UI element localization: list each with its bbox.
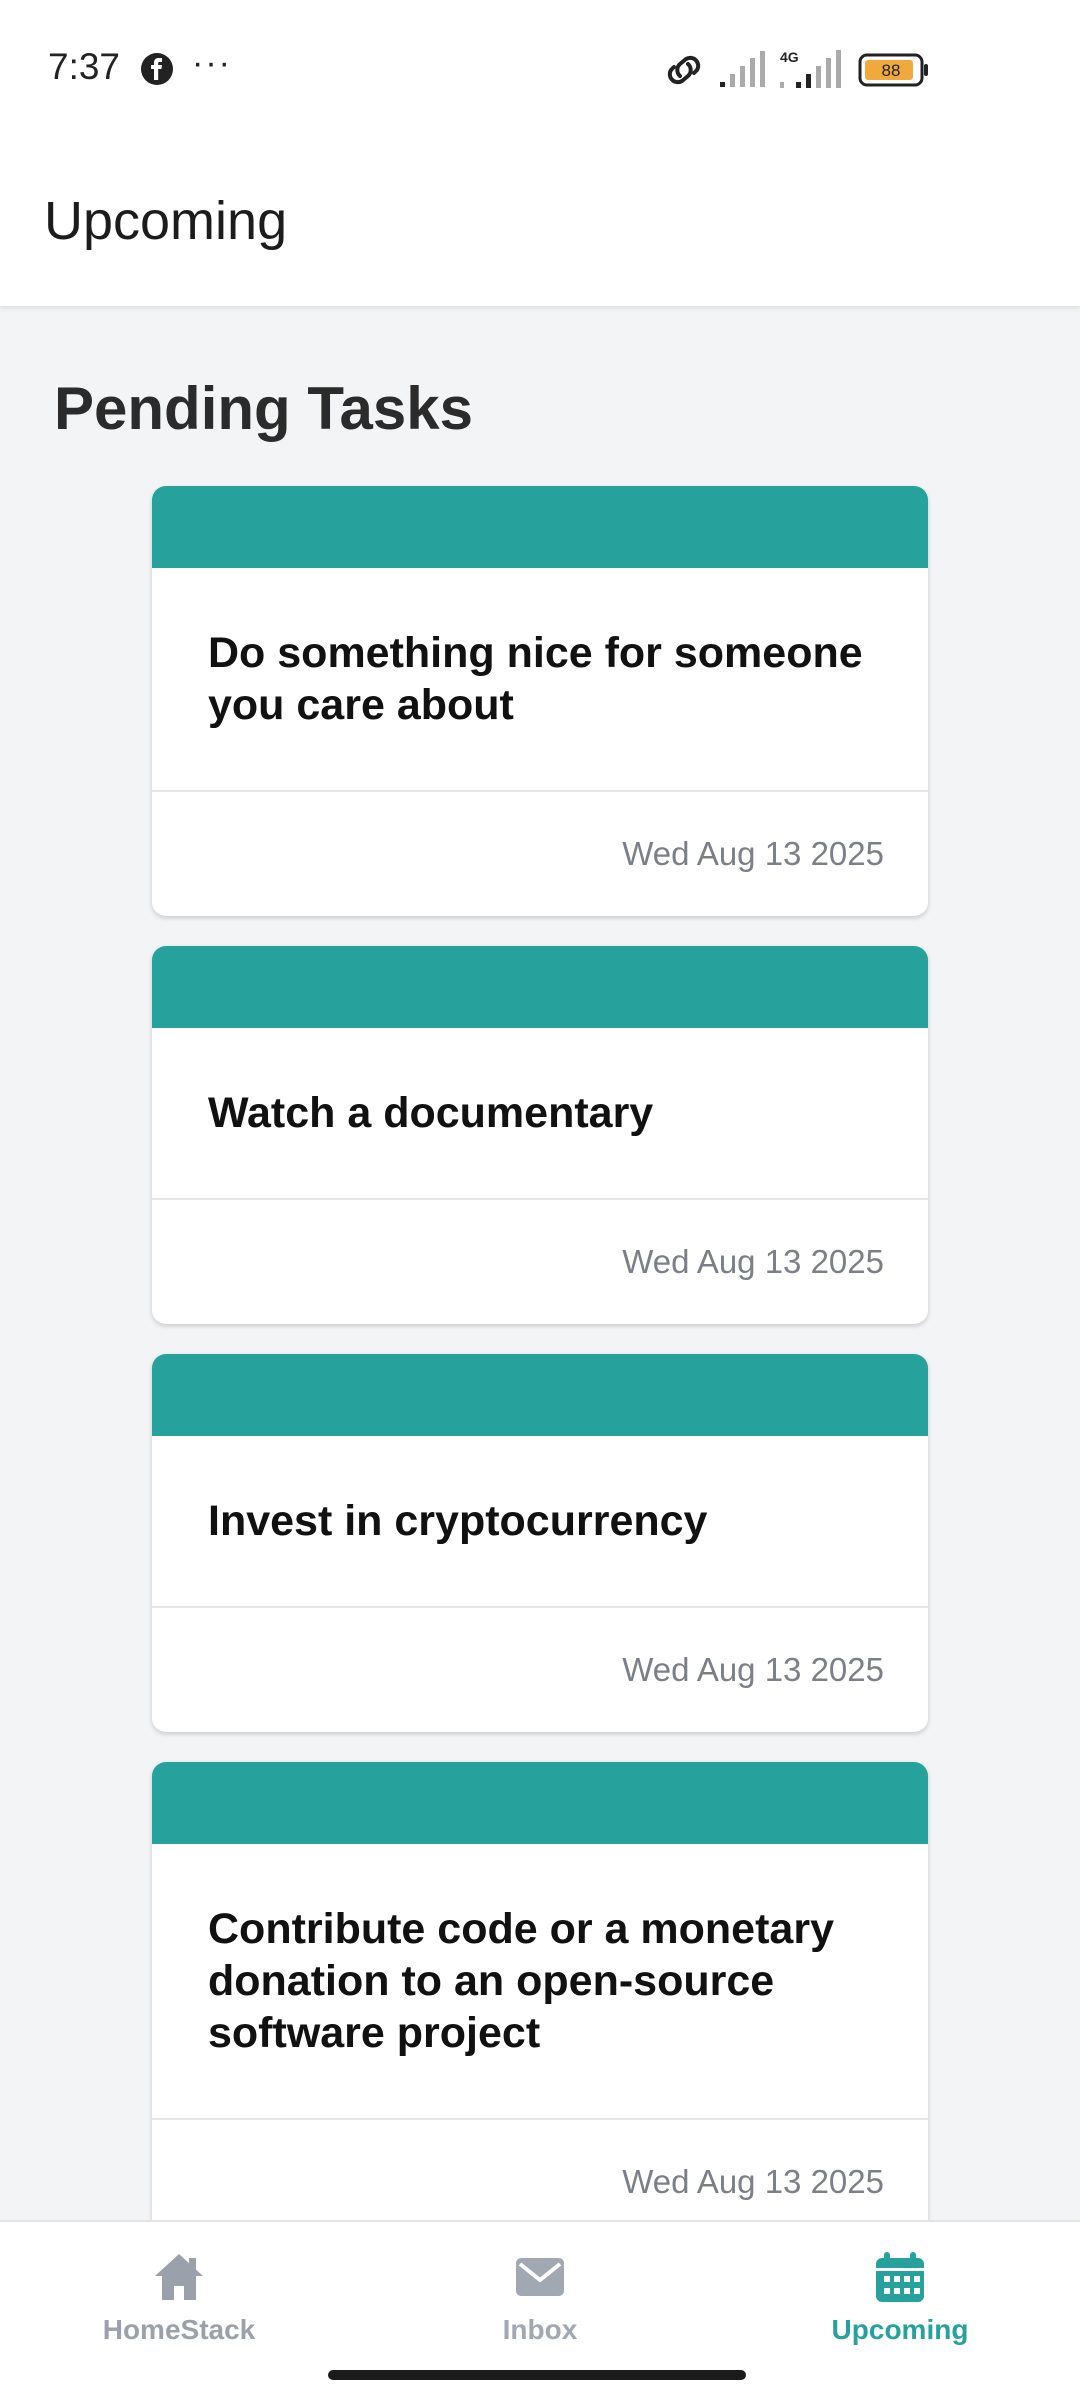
card-header-band (152, 946, 928, 1028)
main-content[interactable]: Pending Tasks Do something nice for some… (0, 306, 1080, 2220)
status-bar: 7:37 ··· 4G 88 (0, 0, 1080, 140)
task-date: Wed Aug 13 2025 (622, 2163, 884, 2200)
task-date: Wed Aug 13 2025 (622, 1243, 884, 1280)
nav-label: HomeStack (102, 2314, 256, 2345)
signal-strength-icon (720, 51, 765, 87)
task-title: Contribute code or a monetary donation t… (208, 1905, 834, 2057)
nav-label: Upcoming (831, 2314, 969, 2345)
more-notifications-icon: ··· (192, 44, 232, 82)
home-indicator[interactable] (328, 2370, 746, 2380)
mobile-data-signal-icon: 4G (780, 49, 841, 88)
task-title: Invest in cryptocurrency (208, 1497, 708, 1545)
card-body: Do something nice for someone you care a… (152, 568, 928, 792)
task-title: Watch a documentary (208, 1089, 654, 1137)
card-header-band (152, 486, 928, 568)
page-title: Upcoming (44, 191, 288, 251)
nav-tab-inbox[interactable]: Inbox (410, 2250, 670, 2346)
card-header-band (152, 1354, 928, 1436)
task-date: Wed Aug 13 2025 (622, 835, 884, 872)
card-footer: Wed Aug 13 2025 (152, 792, 928, 916)
nav-tab-upcoming[interactable]: Upcoming (770, 2250, 1030, 2346)
card-header-band (152, 1762, 928, 1844)
card-body: Watch a documentary (152, 1028, 928, 1200)
card-footer: Wed Aug 13 2025 (152, 2120, 928, 2220)
network-type-label: 4G (780, 49, 799, 65)
facebook-icon (141, 53, 173, 85)
card-footer: Wed Aug 13 2025 (152, 1608, 928, 1732)
battery-level: 88 (882, 61, 901, 80)
card-body: Contribute code or a monetary donation t… (152, 1844, 928, 2120)
task-title: Do something nice for someone you care a… (208, 629, 863, 729)
task-card[interactable]: Contribute code or a monetary donation t… (152, 1762, 928, 2220)
calendar-icon (876, 2252, 924, 2302)
section-title: Pending Tasks (54, 375, 474, 442)
app-header: Upcoming (0, 140, 1080, 306)
task-card[interactable]: Watch a documentary Wed Aug 13 2025 (152, 946, 928, 1324)
battery-icon: 88 (858, 53, 928, 87)
task-date: Wed Aug 13 2025 (622, 1651, 884, 1688)
status-time: 7:37 (48, 46, 121, 87)
task-card[interactable]: Do something nice for someone you care a… (152, 486, 928, 916)
card-footer: Wed Aug 13 2025 (152, 1200, 928, 1324)
home-icon (155, 2254, 203, 2300)
mail-icon (516, 2258, 564, 2296)
card-body: Invest in cryptocurrency (152, 1436, 928, 1608)
task-card[interactable]: Invest in cryptocurrency Wed Aug 13 2025 (152, 1354, 928, 1732)
nav-label: Inbox (502, 2314, 578, 2345)
link-icon (667, 55, 701, 85)
nav-tab-homestack[interactable]: HomeStack (49, 2250, 309, 2346)
